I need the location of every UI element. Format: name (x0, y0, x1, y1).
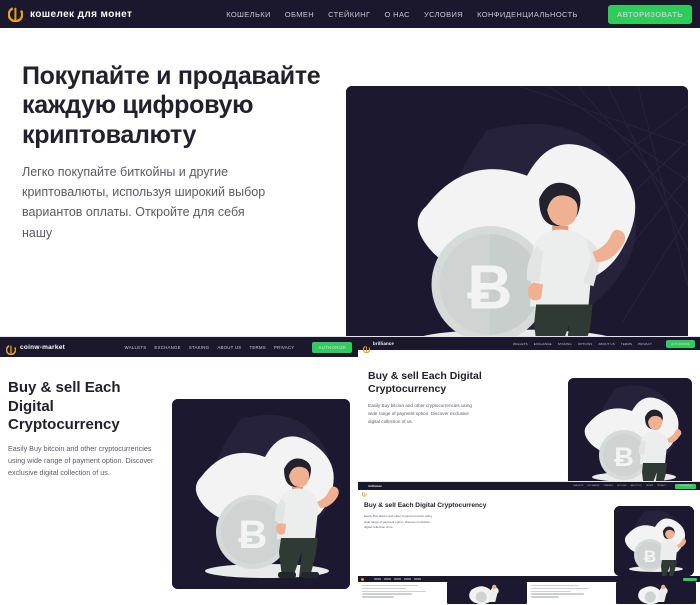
nav-item-wallets[interactable]: WALLETS (574, 485, 584, 487)
nav-item-exchange[interactable]: EXCHANGE (154, 345, 180, 350)
navbar-mid: brilliance WALLETS EXCHANGE STAKING OPTI… (358, 337, 700, 354)
navbar-english: coinw-market WALLETS EXCHANGE STAKING AB… (0, 337, 358, 357)
nav-links-mid: WALLETS EXCHANGE STAKING OPTIONS ABOUT U… (513, 339, 695, 348)
site-mock-russian: кошелек для монет КОШЕЛЬКИ ОБМЕН СТЕЙКИН… (0, 0, 700, 340)
hero-copy: Buy & sell Each Digital Cryptocurrency E… (8, 379, 162, 589)
brand-name: brilliance (368, 484, 382, 488)
nav-item-staking[interactable]: STAKING (558, 342, 572, 346)
coin-c-icon (7, 6, 24, 22)
nav-item-about[interactable]: ABOUT US (217, 345, 241, 350)
nested-nav-dashes (374, 578, 421, 580)
nav-item-terms[interactable]: TERMS (621, 342, 632, 346)
nav-item-staking[interactable]: СТЕЙКИНГ (328, 10, 370, 19)
nested-card-row (358, 582, 700, 605)
nav-item-wallets[interactable]: WALLETS (125, 345, 147, 350)
nav-item-privacy[interactable]: PRIVACY (638, 342, 652, 346)
nested-art-card (446, 582, 527, 604)
hero-illustration: Ƀ (346, 86, 688, 340)
hero-subtitle: Easily Buy bitcoin and other cryptocurre… (368, 403, 472, 425)
site-mock-english-left: coinw-market WALLETS EXCHANGE STAKING AB… (0, 336, 358, 605)
page-title: Buy & sell Each Digital Cryptocurrency (8, 379, 121, 434)
brand-english[interactable]: coinw-market (5, 342, 66, 356)
brand-name: brilliance (373, 341, 395, 346)
navbar-small: brilliance WALLETS EXCHANGE STAKING OPTI… (358, 482, 700, 497)
authorize-button[interactable]: AUTHORIZE (675, 483, 696, 489)
hero-illustration: Ƀ (568, 378, 692, 488)
nested-text-lines (531, 582, 612, 598)
page-title: Buy & sell Each Digital Cryptocurrency (368, 370, 482, 396)
nav-item-privacy[interactable]: КОНФИДЕНЦИАЛЬНОСТЬ (477, 10, 578, 19)
nav-item-staking[interactable]: STAKING (189, 345, 210, 350)
coin-c-icon (362, 340, 371, 354)
brand-small[interactable]: brilliance (361, 484, 382, 497)
page-title: Покупайте и продавайте каждую цифровую к… (22, 62, 321, 149)
hero-subtitle: Easily Buy bitcoin and other cryptocurre… (364, 514, 432, 530)
nav-item-terms[interactable]: УСЛОВИЯ (424, 10, 463, 19)
coin-c-icon (5, 342, 17, 356)
site-mock-mid-right: brilliance WALLETS EXCHANGE STAKING OPTI… (358, 336, 700, 496)
hero-mid: Buy & sell Each Digital Cryptocurrency E… (358, 350, 700, 488)
brand-russian[interactable]: кошелек для монет (7, 6, 133, 22)
authorize-button[interactable]: АВТОРИЗОВАТЬ (607, 4, 692, 24)
nav-item-about[interactable]: ABOUT US (631, 485, 642, 487)
svg-text:Ƀ: Ƀ (467, 253, 512, 322)
hero-russian: Покупайте и продавайте каждую цифровую к… (0, 28, 700, 340)
authorize-button[interactable]: AUTHORIZE (312, 341, 352, 353)
hero-illustration: Ƀ (172, 399, 350, 589)
svg-text:Ƀ: Ƀ (644, 547, 656, 566)
nav-links-russian: КОШЕЛЬКИ ОБМЕН СТЕЙКИНГ О НАС УСЛОВИЯ КО… (226, 4, 692, 24)
nested-illustration (615, 582, 696, 604)
nested-text-card (531, 582, 612, 604)
nav-item-about[interactable]: ABOUT US (598, 342, 614, 346)
brand-mid[interactable]: brilliance (362, 340, 395, 354)
nav-item-about[interactable]: О НАС (384, 10, 409, 19)
coin-c-icon (361, 577, 364, 581)
hero-small: Buy & sell Each Digital Cryptocurrency E… (358, 490, 700, 576)
nested-text-lines (362, 582, 443, 598)
svg-text:Ƀ: Ƀ (239, 513, 268, 557)
nav-item-exchange[interactable]: EXCHANGE (588, 485, 600, 487)
navbar-russian: кошелек для монет КОШЕЛЬКИ ОБМЕН СТЕЙКИН… (0, 0, 700, 28)
nested-illustration (446, 582, 527, 604)
nav-item-privacy[interactable]: PRIVACY (657, 485, 666, 487)
coin-c-icon (361, 484, 367, 497)
hero-english: Buy & sell Each Digital Cryptocurrency E… (0, 357, 358, 589)
svg-text:Ƀ: Ƀ (614, 442, 634, 472)
page-title: Buy & sell Each Digital Cryptocurrency (364, 502, 487, 509)
page-root: кошелек для монет КОШЕЛЬКИ ОБМЕН СТЕЙКИН… (0, 0, 700, 605)
nav-item-exchange[interactable]: ОБМЕН (285, 10, 314, 19)
nav-item-staking[interactable]: STAKING (604, 485, 613, 487)
nav-item-privacy[interactable]: PRIVACY (274, 345, 295, 350)
hero-copy: Покупайте и продавайте каждую цифровую к… (22, 62, 330, 340)
nav-item-wallets[interactable]: КОШЕЛЬКИ (226, 10, 271, 19)
authorize-button[interactable]: AUTHORIZE (666, 339, 695, 348)
nested-art-card (615, 582, 696, 604)
nav-item-options[interactable]: OPTIONS (617, 485, 627, 487)
nav-links-english: WALLETS EXCHANGE STAKING ABOUT US TERMS … (125, 341, 352, 353)
nav-item-options[interactable]: OPTIONS (578, 342, 593, 346)
hero-illustration: Ƀ (614, 506, 694, 576)
hero-copy: Buy & sell Each Digital Cryptocurrency E… (364, 502, 608, 576)
nav-item-exchange[interactable]: EXCHANGE (534, 342, 552, 346)
nested-text-card (362, 582, 443, 604)
brand-name: coinw-market (20, 343, 66, 351)
hero-copy: Buy & sell Each Digital Cryptocurrency E… (368, 370, 560, 488)
nav-item-wallets[interactable]: WALLETS (513, 342, 528, 346)
authorize-button[interactable] (683, 577, 697, 581)
nav-item-terms[interactable]: TERMS (249, 345, 265, 350)
brand-name: кошелек для монет (30, 8, 133, 20)
hero-subtitle: Легко покупайте биткойны и другие крипто… (22, 164, 266, 240)
hero-subtitle: Easily Buy bitcoin and other cryptocurre… (8, 443, 154, 478)
nav-item-terms[interactable]: TERMS (646, 485, 654, 487)
site-mock-small-strip: brilliance WALLETS EXCHANGE STAKING OPTI… (358, 481, 700, 605)
nav-links-small: WALLETS EXCHANGE STAKING OPTIONS ABOUT U… (574, 483, 696, 489)
